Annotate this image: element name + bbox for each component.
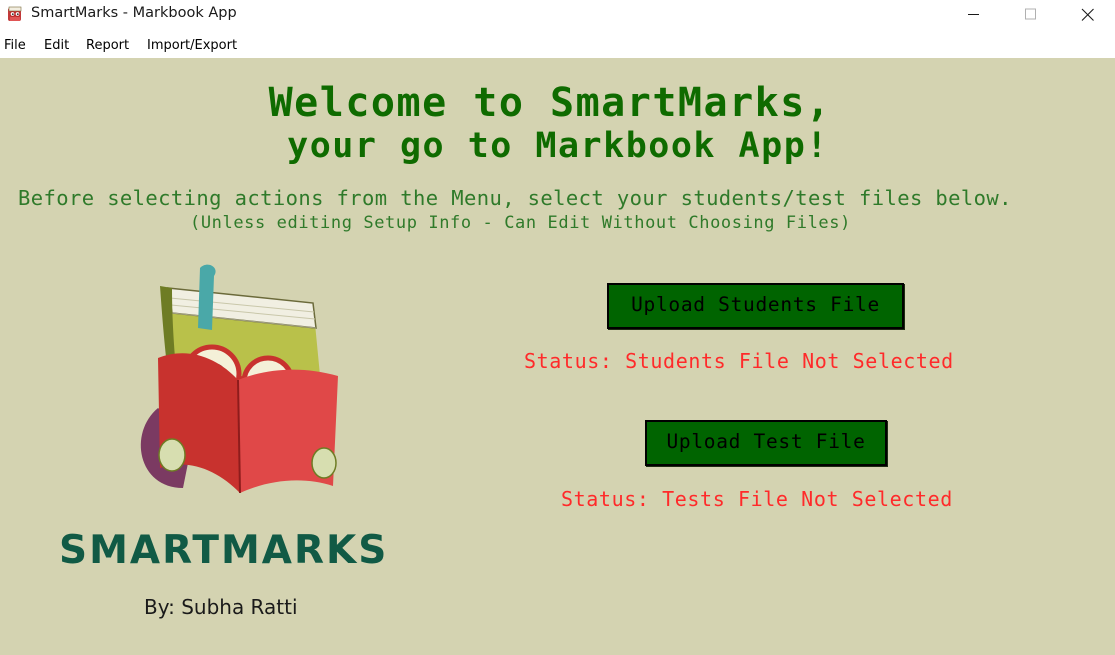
upload-test-button[interactable]: Upload Test File [645, 420, 887, 466]
minimize-button[interactable] [946, 0, 1002, 30]
upload-students-button[interactable]: Upload Students File [607, 283, 904, 329]
welcome-heading: Welcome to SmartMarks, [268, 80, 832, 126]
app-window: SmartMarks - Markbook App File Edit Repo… [0, 0, 1115, 655]
bookworm-logo-illustration [140, 264, 338, 494]
tests-file-status: Status: Tests File Not Selected [561, 487, 953, 511]
instruction-text: Before selecting actions from the Menu, … [18, 186, 1012, 210]
close-icon [1081, 8, 1094, 21]
menu-file[interactable]: File [4, 37, 26, 53]
instruction-note: (Unless editing Setup Info - Can Edit Wi… [190, 213, 851, 233]
close-button[interactable] [1059, 0, 1115, 30]
students-file-status: Status: Students File Not Selected [524, 349, 954, 373]
brand-wordmark: SMARTMARKS [59, 528, 389, 573]
bookworm-app-icon [6, 5, 24, 23]
maximize-button[interactable] [1003, 0, 1059, 30]
menu-edit[interactable]: Edit [44, 37, 69, 53]
main-panel: Welcome to SmartMarks, your go to Markbo… [0, 58, 1115, 655]
welcome-subheading: your go to Markbook App! [287, 126, 829, 166]
menu-report[interactable]: Report [86, 37, 129, 53]
menu-import-export[interactable]: Import/Export [147, 37, 237, 53]
author-credit: By: Subha Ratti [144, 595, 298, 619]
title-bar: SmartMarks - Markbook App [0, 0, 1115, 30]
menu-bar: File Edit Report Import/Export [0, 33, 1115, 57]
window-title: SmartMarks - Markbook App [31, 5, 237, 21]
minimize-icon [968, 14, 979, 15]
maximize-icon [1025, 8, 1036, 20]
